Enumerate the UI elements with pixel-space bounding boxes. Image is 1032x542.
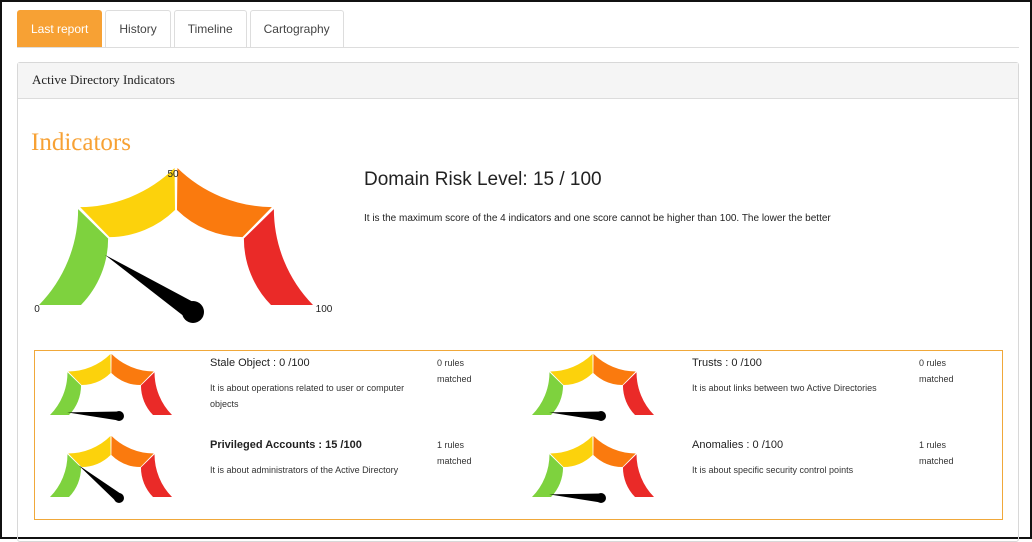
tab-last-report[interactable]: Last report <box>17 10 103 47</box>
indicators-panel: Active Directory Indicators Indicators 0… <box>17 62 1019 542</box>
gauge-min-label: 0 <box>34 304 40 315</box>
domain-risk-description: It is the maximum score of the 4 indicat… <box>364 213 831 224</box>
gauge-hub <box>596 493 606 503</box>
gauge-hub <box>596 411 606 421</box>
indicator-description: It is about links between two Active Dir… <box>692 383 877 393</box>
anomalies-gauge <box>532 436 654 503</box>
stale-object-gauge <box>50 354 172 421</box>
section-title: Indicators <box>31 129 131 156</box>
gauge-mid-label: 50 <box>167 169 179 180</box>
tab-timeline[interactable]: Timeline <box>173 10 247 47</box>
indicator-anomalies: Anomalies : 0 /100 It is about specific … <box>517 435 997 515</box>
indicator-privileged-accounts: Privileged Accounts : 15 /100 It is abou… <box>35 435 515 515</box>
indicator-title: Trusts : 0 /100 <box>692 357 762 369</box>
trusts-gauge <box>532 354 654 421</box>
indicator-rules: 1 rules matched <box>437 440 472 466</box>
gauge-hub <box>114 411 124 421</box>
indicator-description: It is about specific security control po… <box>692 465 854 475</box>
indicator-stale-object: Stale Object : 0 /100 It is about operat… <box>35 353 515 433</box>
domain-risk-level: Domain Risk Level: 15 / 100 <box>364 169 602 190</box>
tab-cartography[interactable]: Cartography <box>249 10 344 47</box>
indicator-rules: 1 rules matched <box>919 440 954 466</box>
domain-risk-gauge: 0 50 100 <box>34 168 333 323</box>
indicator-title: Stale Object : 0 /100 <box>210 357 310 369</box>
gauge-needle <box>549 411 602 421</box>
report-tabs: Last report History Timeline Cartography <box>17 10 347 48</box>
indicator-trusts: Trusts : 0 /100 It is about links betwee… <box>517 353 997 433</box>
indicator-description: It is about operations related to user o… <box>210 383 405 409</box>
gauge-hub <box>182 301 204 323</box>
gauge-max-label: 100 <box>316 304 333 315</box>
privileged-accounts-gauge <box>50 436 172 503</box>
indicator-title: Privileged Accounts : 15 /100 <box>210 439 362 451</box>
tab-underline <box>17 47 1019 48</box>
panel-title: Active Directory Indicators <box>18 63 1018 99</box>
gauge-needle <box>67 411 120 421</box>
indicator-rules: 0 rules matched <box>437 358 472 384</box>
indicator-title: Anomalies : 0 /100 <box>692 439 784 451</box>
indicator-rules: 0 rules matched <box>919 358 954 384</box>
tab-history[interactable]: History <box>105 10 171 47</box>
gauge-needle <box>549 493 602 503</box>
indicators-box: Stale Object : 0 /100 It is about operat… <box>34 350 1003 520</box>
gauge-hub <box>114 493 124 503</box>
indicator-description: It is about administrators of the Active… <box>210 465 399 475</box>
